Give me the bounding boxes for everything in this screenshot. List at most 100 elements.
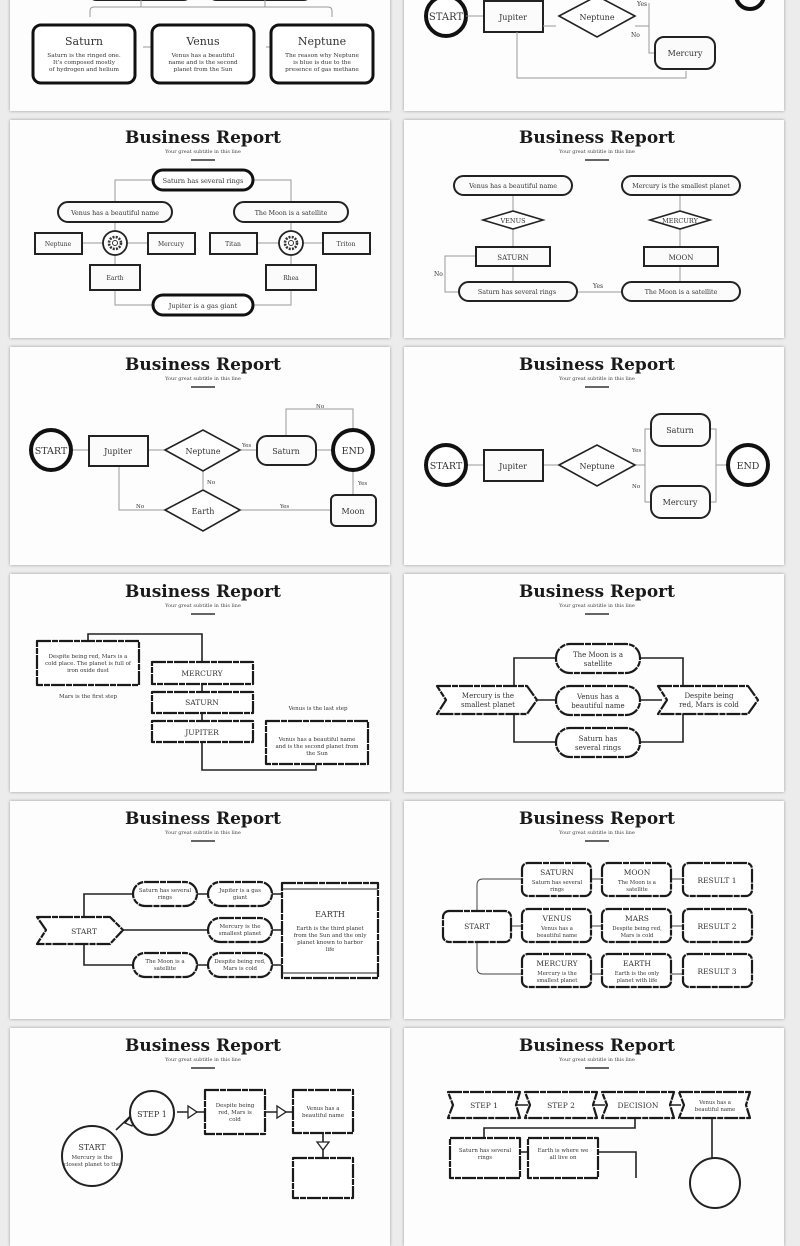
node-label: presence of gas methane: [285, 67, 359, 73]
node-label: Venus has a beautiful name: [70, 210, 159, 217]
start-label: START: [429, 12, 464, 23]
node-label: Saturn: [272, 447, 300, 456]
ribbon-mercury: [435, 684, 539, 716]
node-label: Jupiter is a gas: [218, 888, 261, 894]
node-label: from the Sun and the only: [294, 933, 368, 939]
slide-decision-partial[interactable]: START Jupiter Neptune Yes No Mercury: [404, 0, 784, 111]
node-label: Jupiter: [103, 447, 132, 456]
node-label: Yes: [241, 443, 251, 449]
node-label: Mercury is the: [537, 971, 576, 977]
node-label: RESULT 2: [697, 922, 736, 931]
node-label: END: [737, 461, 760, 472]
node-label: MERCURY: [662, 217, 698, 225]
slide-circle-steps[interactable]: Business Report Your great subtitle in t…: [10, 1028, 390, 1246]
no-label: No: [434, 271, 443, 278]
node-label: Despite being red,: [214, 959, 266, 965]
gear-icon: [278, 230, 304, 256]
slide-title: Business Report: [125, 1036, 281, 1056]
slide-steps-sketch[interactable]: Business Report Your great subtitle in t…: [10, 574, 390, 792]
node-label: Despite being red, Mars is a: [49, 654, 129, 660]
slide-subtitle: Your great subtitle in this line: [558, 149, 635, 155]
node-label: Mercury: [158, 241, 185, 248]
node-label: and is the second planet from: [276, 744, 360, 750]
ribbon-steps-diagram: Business Report Your great subtitle in t…: [446, 1036, 752, 1209]
node-label: rings: [478, 1155, 492, 1161]
slide-parallel-sketch[interactable]: Business Report Your great subtitle in t…: [404, 574, 784, 792]
node-label: SATURN: [185, 698, 219, 707]
pill-mars: [206, 951, 274, 979]
node-label: several rings: [575, 744, 621, 752]
pill-mercury: [206, 916, 274, 944]
node-label: red, Mars is cold: [679, 701, 739, 709]
node-label: Triton: [337, 241, 356, 248]
node-label: It’s composed mostly: [53, 60, 116, 66]
node-label: Mercury is the smallest planet: [632, 183, 730, 190]
node-label: beautiful name: [571, 702, 624, 710]
node-label: Saturn: [666, 426, 694, 435]
node-label: Neptune: [45, 241, 72, 248]
node-label: Earth is the third planet: [296, 926, 364, 932]
slide-title: Business Report: [125, 128, 281, 148]
node-label: Saturn has several: [139, 888, 191, 894]
node-label: STEP 1: [137, 1110, 167, 1119]
node-label: Venus has a: [305, 1106, 340, 1112]
tree-gears-diagram: Business Report Your great subtitle in t…: [34, 128, 371, 317]
ribbon-mars: [656, 684, 760, 716]
node-label: No: [316, 404, 325, 410]
slide-subtitle: Your great subtitle in this line: [558, 603, 635, 609]
node-label: EARTH: [315, 910, 345, 919]
slide-branch-flow[interactable]: Business Report Your great subtitle in t…: [404, 347, 784, 565]
node-label: STEP 1: [470, 1101, 498, 1110]
slide-earth-sketch[interactable]: Business Report Your great subtitle in t…: [10, 801, 390, 1019]
node-label: Earth is where we: [538, 1148, 589, 1154]
node-label: Despite being red,: [612, 926, 662, 932]
yes-label: Yes: [592, 283, 603, 290]
node-label: Mercury is the: [72, 1155, 113, 1161]
node-label: is blue is due to the: [293, 60, 351, 66]
node-label: Saturn: [65, 35, 103, 48]
slide-ribbon-steps[interactable]: Business Report Your great subtitle in t…: [404, 1028, 784, 1246]
node-label: Saturn has: [579, 735, 618, 743]
yes-label: Yes: [636, 1, 647, 8]
node-label: Venus has a beautiful: [171, 53, 235, 59]
node-label: life: [326, 947, 335, 953]
venus-caption: Venus is the last step: [287, 706, 348, 712]
node-label: the Sun: [306, 751, 328, 757]
arrow-icon: [187, 1104, 199, 1120]
node-label: EARTH: [623, 959, 651, 968]
node-label: all live on: [549, 1155, 576, 1161]
node-label: START: [430, 461, 463, 472]
slide-title: Business Report: [125, 582, 281, 602]
gear-icon: [102, 230, 128, 256]
box-next: [291, 1156, 355, 1200]
loop-flow-diagram: Business Report Your great subtitle in t…: [29, 355, 377, 532]
node-label: Neptune: [298, 35, 346, 48]
node-label: Venus has a: [698, 1100, 732, 1106]
node-label: The Moon is a: [573, 651, 623, 659]
row-3: MERCURY Mercury is the smallest planet E…: [520, 952, 754, 989]
node-label: Saturn has several rings: [478, 289, 556, 296]
node-label: beautiful name: [695, 1107, 735, 1113]
planets-cards-diagram: Saturn Saturn is the ringed one. It’s co…: [31, 0, 375, 85]
pill-jupiter: [206, 880, 274, 908]
node-label: Jupiter: [498, 462, 527, 471]
slide-two-column-decision[interactable]: Business Report Your great subtitle in t…: [404, 120, 784, 338]
slide-results-grid[interactable]: Business Report Your great subtitle in t…: [404, 801, 784, 1019]
earth-sketch-diagram: Business Report Your great subtitle in t…: [35, 809, 380, 980]
slide-planets-cards[interactable]: Saturn Saturn is the ringed one. It’s co…: [10, 0, 390, 111]
slide-tree-gears[interactable]: Business Report Your great subtitle in t…: [10, 120, 390, 338]
node-label: cold: [229, 1117, 241, 1123]
node-label: STEP 2: [547, 1101, 575, 1110]
node-label: MERCURY: [181, 669, 223, 678]
slide-loop-flow[interactable]: Business Report Your great subtitle in t…: [10, 347, 390, 565]
slide-subtitle: Your great subtitle in this line: [558, 1057, 635, 1063]
node-label: START: [464, 922, 490, 931]
mars-caption: Mars is the first step: [59, 694, 118, 700]
node-label: Venus has a: [576, 693, 619, 701]
node-label: of hydrogen and helium: [49, 67, 120, 73]
slide-subtitle: Your great subtitle in this line: [558, 376, 635, 382]
node-label: Venus has a beautiful name: [468, 183, 557, 190]
card-venus: Venus Venus has a beautiful name and is …: [150, 23, 256, 85]
node-label: No: [207, 480, 216, 486]
node-label: Rhea: [283, 275, 299, 282]
